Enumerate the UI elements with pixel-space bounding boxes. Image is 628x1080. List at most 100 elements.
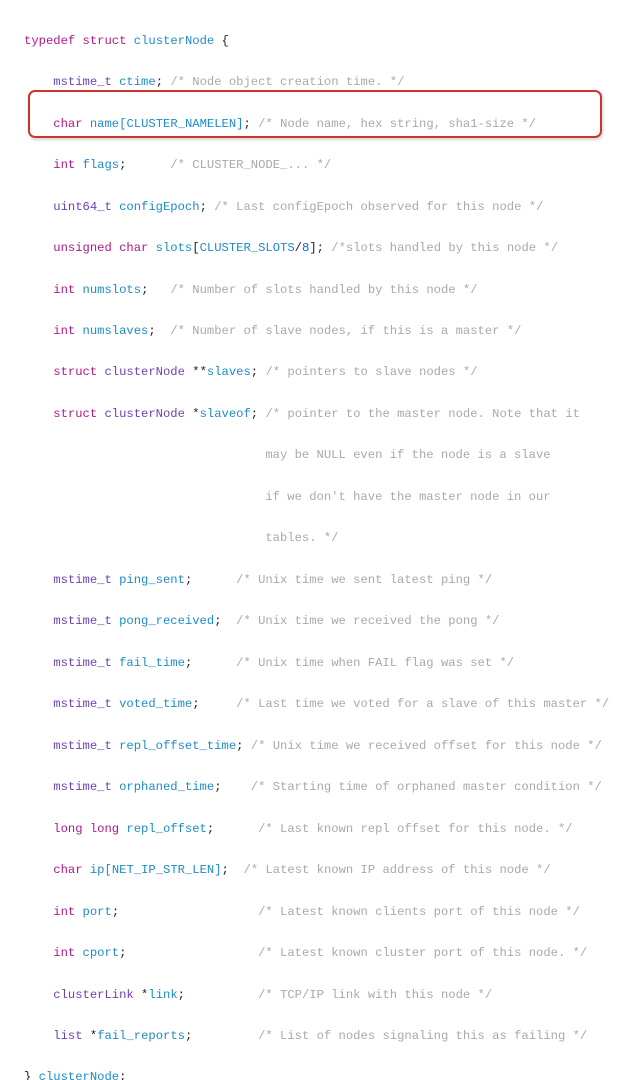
type-clusterLink: clusterLink	[53, 988, 133, 1002]
typedef-name: clusterNode	[39, 1070, 119, 1080]
type-clusterNode: clusterNode	[104, 407, 184, 421]
comment: /* Unix time we received offset for this…	[251, 739, 602, 753]
keyword-struct: struct	[83, 34, 127, 48]
code-line-20: int cport; /* Latest known cluster port …	[24, 943, 624, 964]
keyword-typedef: typedef	[24, 34, 75, 48]
punct: ;	[243, 117, 250, 131]
comment: /* pointers to slave nodes */	[265, 365, 477, 379]
code-line-22: list *fail_reports; /* List of nodes sig…	[24, 1026, 624, 1047]
field-orphaned-time: orphaned_time	[119, 780, 214, 794]
type-mstime: mstime_t	[53, 573, 112, 587]
code-line-14: mstime_t voted_time; /* Last time we vot…	[24, 694, 624, 715]
punct: ;	[185, 573, 192, 587]
comment: /* Last time we voted for a slave of thi…	[236, 697, 609, 711]
punct: ;	[119, 946, 126, 960]
array-dim: [CLUSTER_NAMELEN]	[119, 117, 243, 131]
code-line-10b: may be NULL even if the node is a slave	[24, 445, 624, 466]
comment: /* Unix time we received the pong */	[236, 614, 499, 628]
code-line-1: typedef struct clusterNode {	[24, 31, 624, 52]
comment-continuation: tables. */	[265, 531, 338, 545]
keyword-char: char	[53, 863, 82, 877]
comment: /* pointer to the master node. Note that…	[265, 407, 580, 421]
field-link: link	[148, 988, 177, 1002]
field-slaveof: slaveof	[200, 407, 251, 421]
punct: {	[214, 34, 229, 48]
code-line-2: mstime_t ctime; /* Node object creation …	[24, 72, 624, 93]
code-line-5: uint64_t configEpoch; /* Last configEpoc…	[24, 197, 624, 218]
keyword-int: int	[53, 946, 75, 960]
punct: ;	[178, 988, 185, 1002]
code-line-6: unsigned char slots[CLUSTER_SLOTS/8]; /*…	[24, 238, 624, 259]
punct: ;	[251, 365, 258, 379]
pointer-stars: *	[192, 407, 199, 421]
punct: ;	[185, 1029, 192, 1043]
type-mstime: mstime_t	[53, 656, 112, 670]
divide-op: /	[295, 241, 302, 255]
comment: /* Last configEpoch observed for this no…	[214, 200, 543, 214]
type-mstime: mstime_t	[53, 697, 112, 711]
punct: ;	[214, 780, 221, 794]
keyword-unsigned-char: unsigned char	[53, 241, 148, 255]
code-line-10c: if we don't have the master node in our	[24, 487, 624, 508]
bracket-close: ]	[309, 241, 316, 255]
field-ping-sent: ping_sent	[119, 573, 185, 587]
comment: /* Node object creation time. */	[170, 75, 404, 89]
comment: /* TCP/IP link with this node */	[258, 988, 492, 1002]
type-mstime: mstime_t	[53, 739, 112, 753]
array-dim: [NET_IP_STR_LEN]	[105, 863, 222, 877]
field-repl-offset-time: repl_offset_time	[119, 739, 236, 753]
comment: /* Starting time of orphaned master cond…	[251, 780, 602, 794]
field-ctime: ctime	[119, 75, 156, 89]
keyword-char: char	[53, 117, 82, 131]
comment: /* CLUSTER_NODE_... */	[170, 158, 331, 172]
pointer-stars: **	[192, 365, 207, 379]
field-repl-offset: repl_offset	[126, 822, 206, 836]
comment: /* Number of slave nodes, if this is a m…	[170, 324, 521, 338]
pointer-stars: *	[141, 988, 148, 1002]
punct: ;	[192, 697, 199, 711]
field-fail-reports: fail_reports	[97, 1029, 185, 1043]
keyword-long-long: long long	[53, 822, 119, 836]
code-line-13: mstime_t fail_time; /* Unix time when FA…	[24, 653, 624, 674]
type-list: list	[53, 1029, 82, 1043]
comment: /* Node name, hex string, sha1-size */	[258, 117, 536, 131]
keyword-int: int	[53, 283, 75, 297]
struct-name: clusterNode	[134, 34, 214, 48]
comment: /* Latest known cluster port of this nod…	[258, 946, 587, 960]
field-pong-received: pong_received	[119, 614, 214, 628]
code-line-15: mstime_t repl_offset_time; /* Unix time …	[24, 736, 624, 757]
punct: ;	[222, 863, 229, 877]
code-line-16: mstime_t orphaned_time; /* Starting time…	[24, 777, 624, 798]
comment: /* Unix time we sent latest ping */	[236, 573, 492, 587]
code-line-18: char ip[NET_IP_STR_LEN]; /* Latest known…	[24, 860, 624, 881]
keyword-int: int	[53, 905, 75, 919]
comment: /*slots handled by this node */	[331, 241, 558, 255]
comment: /* List of nodes signaling this as faili…	[258, 1029, 587, 1043]
punct: ;	[207, 822, 214, 836]
code-line-10d: tables. */	[24, 528, 624, 549]
bracket-open: [	[192, 241, 199, 255]
field-fail-time: fail_time	[119, 656, 185, 670]
keyword-struct: struct	[53, 407, 97, 421]
code-line-21: clusterLink *link; /* TCP/IP link with t…	[24, 985, 624, 1006]
code-line-12: mstime_t pong_received; /* Unix time we …	[24, 611, 624, 632]
punct: ;	[141, 283, 148, 297]
brace-close: }	[24, 1070, 31, 1080]
field-port: port	[83, 905, 112, 919]
code-line-7: int numslots; /* Number of slots handled…	[24, 280, 624, 301]
comment: /* Number of slots handled by this node …	[170, 283, 477, 297]
type-mstime: mstime_t	[53, 780, 112, 794]
field-cport: cport	[83, 946, 120, 960]
type-uint64: uint64_t	[53, 200, 112, 214]
field-voted-time: voted_time	[119, 697, 192, 711]
field-name: name	[90, 117, 119, 131]
keyword-struct: struct	[53, 365, 97, 379]
pointer-stars: *	[90, 1029, 97, 1043]
punct: ;	[185, 656, 192, 670]
punct: ;	[200, 200, 207, 214]
code-line-4: int flags; /* CLUSTER_NODE_... */	[24, 155, 624, 176]
punct: ;	[112, 905, 119, 919]
field-ip: ip	[90, 863, 105, 877]
code-line-23: } clusterNode;	[24, 1067, 624, 1080]
code-line-3: char name[CLUSTER_NAMELEN]; /* Node name…	[24, 114, 624, 135]
